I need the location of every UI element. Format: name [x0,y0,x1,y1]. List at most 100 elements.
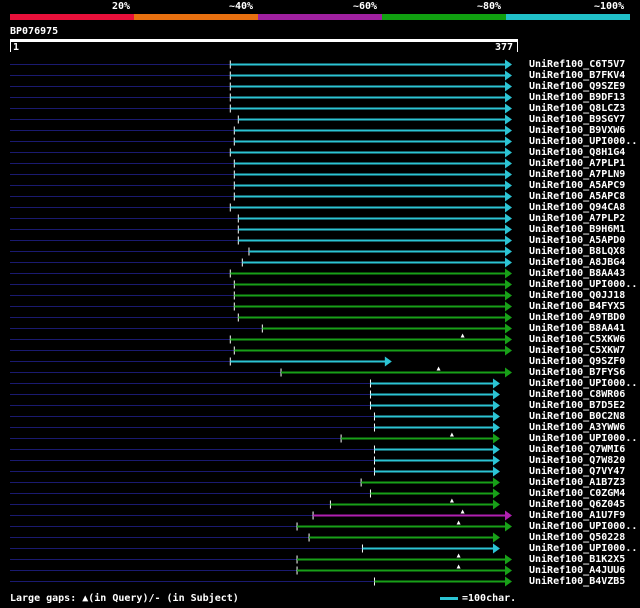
hit-label[interactable]: UniRef100_Q0JJ18 [529,290,625,301]
hit-arrow-head [505,59,512,70]
hit-arrow-head [505,323,512,334]
hit-arrow-head [505,345,512,356]
query-gap-marker [456,553,461,558]
hit-label[interactable]: UniRef100_B4VZB5 [529,576,625,587]
hit-arrow-head [505,301,512,312]
hit-arrow-head [505,554,512,565]
hit-arrow-head [505,169,512,180]
hit-arrow-head [505,312,512,323]
hit-label[interactable]: UniRef100_Q8LCZ3 [529,103,625,114]
hit-label[interactable]: UniRef100_UPI000.. [529,433,637,444]
hit-label[interactable]: UniRef100_B7D5E2 [529,400,625,411]
hit-label[interactable]: UniRef100_Q9SZF0 [529,356,625,367]
hit-arrow-head [505,235,512,246]
hit-label[interactable]: UniRef100_UPI000.. [529,279,637,290]
hit-arrow-head [492,411,500,422]
hit-label[interactable]: UniRef100_A3YWW6 [529,422,625,433]
hit-label[interactable]: UniRef100_A5APC9 [529,180,625,191]
hit-arrow-head [505,202,512,213]
hit-label[interactable]: UniRef100_B7FYS6 [529,367,625,378]
hit-label[interactable]: UniRef100_B1K2X5 [529,554,625,565]
scale-bar [440,597,458,600]
hit-label[interactable]: UniRef100_UPI000.. [529,136,637,147]
query-gap-marker [460,509,465,514]
hit-label[interactable]: UniRef100_Q7W820 [529,455,625,466]
hit-arrow-head [492,433,500,444]
hit-label[interactable]: UniRef100_B9H6M1 [529,224,625,235]
hit-label[interactable]: UniRef100_B9DF13 [529,92,625,103]
hit-label[interactable]: UniRef100_A7PLP1 [529,158,625,169]
hit-arrow-head [505,367,512,378]
hit-label[interactable]: UniRef100_Q6Z045 [529,499,625,510]
hit-arrow-head [505,213,512,224]
hit-arrow-head [384,356,392,367]
hit-label[interactable]: UniRef100_Q9SZE9 [529,81,625,92]
hit-label[interactable]: UniRef100_Q50228 [529,532,625,543]
hit-arrow-head [505,136,512,147]
hit-label[interactable]: UniRef100_C5XKW6 [529,334,625,345]
hit-label[interactable]: UniRef100_A9TBD0 [529,312,625,323]
hit-arrow-head [505,290,512,301]
hit-label[interactable]: UniRef100_Q94CA8 [529,202,625,213]
hit-label[interactable]: UniRef100_A7PLN9 [529,169,625,180]
query-gap-marker [436,366,441,371]
hit-label[interactable]: UniRef100_A7PLP2 [529,213,625,224]
query-gap-marker [456,520,461,525]
hit-arrow-head [505,125,512,136]
hit-label[interactable]: UniRef100_UPI000.. [529,543,637,554]
hit-arrow-head [505,279,512,290]
hit-label[interactable]: UniRef100_B0C2N8 [529,411,625,422]
hit-arrow-head [505,576,512,587]
hit-arrow-head [492,422,500,433]
hit-arrow-head [492,543,500,554]
hit-arrow-head [505,565,512,576]
hit-label[interactable]: UniRef100_B8LQX8 [529,246,625,257]
hit-arrow-head [492,466,500,477]
hit-arrow-head [492,378,500,389]
hit-label[interactable]: UniRef100_B9SGY7 [529,114,625,125]
hit-arrow-head [492,499,500,510]
scale-label: =100char. [462,593,517,604]
hit-label[interactable]: UniRef100_UPI000.. [529,378,637,389]
hit-label[interactable]: UniRef100_B9VXW6 [529,125,625,136]
hit-arrow-head [505,510,512,521]
hit-arrow-head [505,180,512,191]
hit-label[interactable]: UniRef100_A4JUU6 [529,565,625,576]
hit-arrow-head [492,444,500,455]
hit-label[interactable]: UniRef100_Q8H1G4 [529,147,625,158]
hit-arrow-head [505,521,512,532]
hit-label[interactable]: UniRef100_C6T5V7 [529,59,625,70]
hit-label[interactable]: UniRef100_A5APC8 [529,191,625,202]
hit-label[interactable]: UniRef100_B4FYX5 [529,301,625,312]
query-gap-marker [449,498,454,503]
hit-label[interactable]: UniRef100_UPI000.. [529,521,637,532]
hit-arrow-head [505,224,512,235]
hit-arrow-head [492,400,500,411]
query-gap-marker [460,333,465,338]
hit-arrow-head [492,488,500,499]
footer-legend: Large gaps: ▲(in Query)/- (in Subject) [10,593,239,604]
hit-label[interactable]: UniRef100_B7FKV4 [529,70,625,81]
hit-arrow-head [505,268,512,279]
hit-label[interactable]: UniRef100_B8AA41 [529,323,625,334]
hit-arrow-head [492,455,500,466]
hit-arrow-head [492,532,500,543]
hit-label[interactable]: UniRef100_B8AA43 [529,268,625,279]
hit-label[interactable]: UniRef100_C5XKW7 [529,345,625,356]
hit-label[interactable]: UniRef100_C8WR06 [529,389,625,400]
scale-legend: =100char. [440,593,516,604]
hit-arrow-head [492,477,500,488]
hit-arrow-head [505,70,512,81]
hit-arrow-head [505,246,512,257]
hit-label[interactable]: UniRef100_Q7VY47 [529,466,625,477]
hit-arrow-head [505,158,512,169]
hit-arrow-head [505,81,512,92]
hit-arrow-head [505,147,512,158]
hit-label[interactable]: UniRef100_A1B7Z3 [529,477,625,488]
hit-arrow-head [505,92,512,103]
hit-label[interactable]: UniRef100_A1U7F9 [529,510,625,521]
hit-label[interactable]: UniRef100_C0ZGM4 [529,488,625,499]
hit-label[interactable]: UniRef100_Q7WMI6 [529,444,625,455]
hit-label[interactable]: UniRef100_A8JBG4 [529,257,625,268]
hit-label[interactable]: UniRef100_A5APD0 [529,235,625,246]
